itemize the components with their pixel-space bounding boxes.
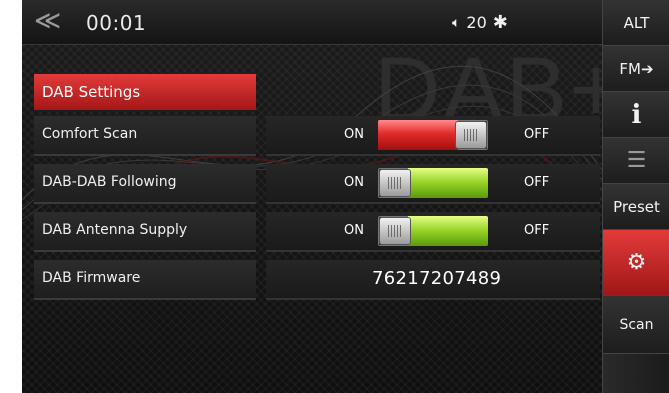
grip-icon bbox=[388, 177, 402, 189]
toggle-knob[interactable] bbox=[380, 170, 410, 196]
clock-time: 00:01 bbox=[86, 11, 147, 35]
info-icon: i bbox=[631, 99, 642, 130]
volume-level: 20 bbox=[466, 13, 487, 32]
list-button[interactable]: ☰ bbox=[603, 138, 669, 184]
status-area: 🔈︎ 20 ✱ bbox=[452, 12, 508, 33]
info-button[interactable]: i bbox=[603, 92, 669, 138]
gear-icon: ⚙ bbox=[626, 250, 647, 275]
toggle-fill bbox=[378, 120, 458, 150]
comfort-scan-toggle[interactable] bbox=[378, 120, 488, 150]
settings-button[interactable]: ⚙ bbox=[603, 230, 669, 296]
off-label: OFF bbox=[524, 127, 550, 142]
grip-icon bbox=[388, 225, 402, 237]
dab-antenna-supply-toggle[interactable] bbox=[378, 216, 488, 246]
off-label: OFF bbox=[524, 223, 550, 238]
dab-dab-following-label: DAB-DAB Following bbox=[42, 174, 177, 190]
row-label-cell: DAB-DAB Following bbox=[34, 164, 256, 204]
dab-firmware-row: DAB Firmware 76217207489 bbox=[34, 260, 600, 300]
dab-antenna-supply-label: DAB Antenna Supply bbox=[42, 222, 188, 238]
toggle-knob[interactable] bbox=[456, 122, 486, 148]
dab-firmware-version: 76217207489 bbox=[372, 268, 502, 289]
alt-label: ALT bbox=[623, 13, 650, 32]
scan-label: Scan bbox=[619, 316, 654, 333]
comfort-scan-label: Comfort Scan bbox=[42, 126, 138, 142]
dab-dab-following-row: DAB-DAB Following ON OFF bbox=[34, 164, 600, 204]
right-sidebar: ALT FM➔ i ☰ Preset ⚙ Scan bbox=[602, 0, 669, 393]
toggle-fill bbox=[408, 216, 488, 246]
preset-button[interactable]: Preset bbox=[603, 184, 669, 230]
off-label: OFF bbox=[524, 175, 550, 190]
grip-icon bbox=[464, 129, 478, 141]
toggle-knob[interactable] bbox=[380, 218, 410, 244]
row-value-cell: 76217207489 bbox=[266, 260, 600, 300]
main-panel: ≪ 00:01 🔈︎ 20 ✱ DAB+ DAB Settings Comfor… bbox=[22, 0, 623, 393]
head-unit-screen: ≪ 00:01 🔈︎ 20 ✱ DAB+ DAB Settings Comfor… bbox=[22, 0, 669, 393]
row-value-cell: ON OFF bbox=[266, 164, 600, 204]
fm-button[interactable]: FM➔ bbox=[603, 46, 669, 92]
dab-settings-button[interactable]: DAB Settings bbox=[34, 74, 256, 110]
list-icon: ☰ bbox=[626, 148, 647, 173]
row-value-cell: ON OFF bbox=[266, 116, 600, 156]
bluetooth-icon: ✱ bbox=[492, 12, 508, 33]
dab-antenna-supply-row: DAB Antenna Supply ON OFF bbox=[34, 212, 600, 252]
preset-label: Preset bbox=[613, 197, 660, 216]
row-label-cell: DAB Firmware bbox=[34, 260, 256, 300]
comfort-scan-row: Comfort Scan ON OFF bbox=[34, 116, 600, 156]
dab-firmware-label: DAB Firmware bbox=[42, 270, 141, 286]
back-chevron-icon[interactable]: ≪ bbox=[34, 6, 74, 36]
scan-button[interactable]: Scan bbox=[603, 296, 669, 354]
fm-label: FM➔ bbox=[619, 59, 654, 78]
on-label: ON bbox=[344, 127, 364, 142]
row-label-cell: DAB Antenna Supply bbox=[34, 212, 256, 252]
alt-button[interactable]: ALT bbox=[603, 0, 669, 46]
row-label-cell: Comfort Scan bbox=[34, 116, 256, 156]
on-label: ON bbox=[344, 223, 364, 238]
toggle-fill bbox=[408, 168, 488, 198]
row-value-cell: ON OFF bbox=[266, 212, 600, 252]
speaker-volume-icon: 🔈︎ bbox=[452, 14, 461, 31]
on-label: ON bbox=[344, 175, 364, 190]
dab-dab-following-toggle[interactable] bbox=[378, 168, 488, 198]
